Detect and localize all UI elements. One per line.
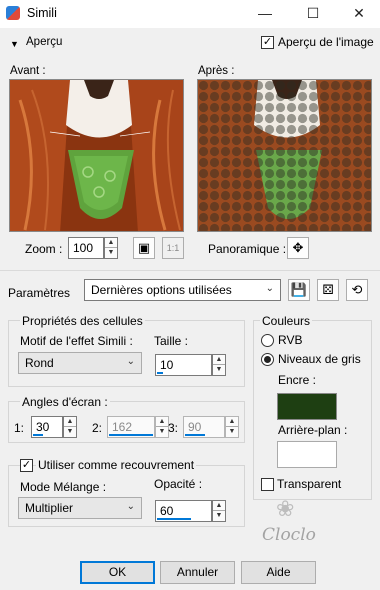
- fit-zoom-icon[interactable]: ▣: [133, 237, 155, 259]
- spin-down-icon[interactable]: ▼: [105, 248, 117, 258]
- angle3-input[interactable]: 90: [183, 416, 225, 438]
- save-preset-icon[interactable]: 💾: [288, 279, 310, 301]
- reset-icon[interactable]: ⟲: [346, 279, 368, 301]
- overlay-checkbox[interactable]: ✓: [20, 459, 33, 472]
- before-label: Avant :: [10, 65, 46, 77]
- angle2-slider-fill: [109, 434, 153, 436]
- ok-button[interactable]: OK: [80, 561, 155, 584]
- spin-down-icon[interactable]: ▼: [64, 427, 76, 437]
- taille-stepper[interactable]: ▲ ▼: [212, 354, 226, 376]
- background-color-swatch[interactable]: [277, 441, 337, 468]
- taille-slider-fill: [157, 372, 163, 374]
- angle2-value: 162: [112, 420, 133, 434]
- after-preview: [197, 79, 372, 232]
- apercu-toggle[interactable]: Aperçu: [26, 36, 62, 48]
- ink-color-swatch[interactable]: [277, 393, 337, 420]
- panoramique-label: Panoramique :: [208, 242, 287, 256]
- angle1-value: 30: [36, 420, 50, 434]
- mode-value: Multiplier: [25, 501, 74, 515]
- spin-up-icon[interactable]: ▲: [213, 355, 225, 365]
- opacite-input[interactable]: 60: [155, 500, 212, 522]
- zoom-input[interactable]: 100: [68, 237, 104, 259]
- colors-title: Couleurs: [260, 314, 313, 328]
- actual-size-icon[interactable]: 1:1: [162, 237, 184, 259]
- cancel-button[interactable]: Annuler: [160, 561, 235, 584]
- motif-label: Motif de l'effet Simili :: [20, 334, 133, 348]
- zoom-label: Zoom :: [25, 242, 63, 256]
- apercu-image-checkbox[interactable]: ✓: [261, 36, 274, 49]
- transparent-label: Transparent: [277, 477, 342, 491]
- angle2-label: 2:: [92, 421, 103, 435]
- close-icon[interactable]: ✕: [344, 2, 374, 24]
- help-button[interactable]: Aide: [241, 561, 316, 584]
- preset-select[interactable]: Dernières options utilisées ⌄: [84, 279, 281, 301]
- window-title: Simili: [27, 6, 57, 20]
- angles-title: Angles d'écran :: [20, 395, 110, 409]
- grayscale-label: Niveaux de gris: [278, 352, 361, 366]
- mode-select[interactable]: Multiplier ⌄: [18, 497, 142, 519]
- opacite-stepper[interactable]: ▲ ▼: [212, 500, 226, 522]
- angle1-slider-fill: [33, 434, 43, 436]
- angle1-stepper[interactable]: ▲ ▼: [63, 416, 77, 438]
- maximize-icon[interactable]: ☐: [298, 2, 328, 24]
- chevron-down-icon: ⌄: [126, 356, 135, 367]
- spin-up-icon[interactable]: ▲: [226, 417, 238, 427]
- cell-properties-title: Propriétés des cellules: [20, 314, 145, 328]
- chevron-down-icon: ⌄: [126, 501, 135, 512]
- angle3-value: 90: [188, 420, 202, 434]
- mode-label: Mode Mélange :: [20, 480, 107, 494]
- random-dice-icon[interactable]: ⚄: [317, 279, 339, 301]
- flower-watermark-icon: ❀: [276, 496, 295, 521]
- spin-up-icon[interactable]: ▲: [105, 238, 117, 248]
- taille-input[interactable]: 10: [155, 354, 212, 376]
- motif-value: Rond: [25, 356, 54, 370]
- angle1-input[interactable]: 30: [31, 416, 63, 438]
- overlay-label: Utiliser comme recouvrement: [36, 458, 197, 472]
- app-icon: [6, 6, 20, 20]
- grayscale-radio[interactable]: [261, 353, 274, 366]
- opacite-label: Opacité :: [154, 477, 203, 491]
- rvb-radio[interactable]: [261, 334, 274, 347]
- motif-select[interactable]: Rond ⌄: [18, 352, 142, 374]
- angle1-label: 1:: [14, 421, 25, 435]
- angle3-slider-fill: [185, 434, 205, 436]
- rvb-label: RVB: [278, 333, 303, 347]
- after-label: Après :: [198, 65, 235, 77]
- divider: [0, 270, 380, 271]
- angle2-input[interactable]: 162: [107, 416, 155, 438]
- opacite-slider-fill: [157, 518, 191, 520]
- title-bar: Simili — ☐ ✕: [0, 0, 380, 28]
- zoom-value: 100: [73, 241, 94, 255]
- transparent-checkbox[interactable]: [261, 478, 274, 491]
- spin-down-icon[interactable]: ▼: [226, 427, 238, 437]
- taille-label: Taille :: [154, 334, 189, 348]
- angle3-label: 3:: [168, 421, 179, 435]
- encre-label: Encre :: [278, 373, 317, 387]
- angle3-stepper[interactable]: ▲ ▼: [225, 416, 239, 438]
- zoom-stepper[interactable]: ▲ ▼: [104, 237, 118, 259]
- spin-up-icon[interactable]: ▲: [213, 501, 225, 511]
- angle2-stepper[interactable]: ▲ ▼: [155, 416, 169, 438]
- preset-value: Dernières options utilisées: [91, 283, 232, 297]
- spin-down-icon[interactable]: ▼: [213, 365, 225, 375]
- chevron-down-icon: ⌄: [265, 283, 274, 294]
- arriere-plan-label: Arrière-plan :: [278, 423, 348, 437]
- before-preview: [9, 79, 184, 232]
- apercu-image-label: Aperçu de l'image: [278, 35, 374, 49]
- opacite-value: 60: [160, 504, 174, 518]
- spin-down-icon[interactable]: ▼: [213, 511, 225, 521]
- spin-up-icon[interactable]: ▲: [156, 417, 168, 427]
- spin-down-icon[interactable]: ▼: [156, 427, 168, 437]
- collapse-triangle-icon[interactable]: ▼: [10, 39, 19, 49]
- minimize-icon[interactable]: —: [250, 2, 280, 24]
- parametres-label: Paramètres: [8, 286, 71, 300]
- spin-up-icon[interactable]: ▲: [64, 417, 76, 427]
- move-icon[interactable]: ✥: [287, 237, 309, 259]
- taille-value: 10: [160, 358, 174, 372]
- watermark-signature: Cloclo: [262, 525, 316, 545]
